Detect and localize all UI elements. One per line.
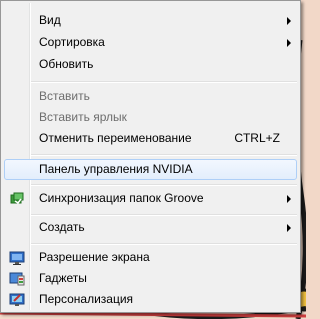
menu-item-label: Отменить переименование: [39, 131, 192, 145]
menu-item-label: Разрешение экрана: [39, 250, 150, 264]
menu-item-create[interactable]: Создать: [4, 217, 297, 238]
menu-item-undo-rename[interactable]: Отменить переименование CTRL+Z: [4, 128, 297, 149]
menu-separator: [31, 243, 297, 245]
menu-item-nvidia-control-panel[interactable]: Панель управления NVIDIA: [4, 159, 297, 180]
screen-resolution-icon: [9, 251, 25, 265]
menu-item-paste-shortcut[interactable]: Вставить ярлык: [4, 107, 297, 128]
menu-item-label: Обновить: [39, 57, 94, 71]
menu-separator: [31, 154, 297, 156]
menu-item-view[interactable]: Вид: [4, 10, 297, 31]
personalization-icon: [9, 293, 25, 306]
menu-item-personalization[interactable]: Персонализация: [4, 289, 297, 310]
menu-item-label: Сортировка: [39, 35, 105, 49]
menu-item-groove-sync[interactable]: Синхронизация папок Groove: [4, 188, 297, 209]
menu-item-gadgets[interactable]: Гаджеты: [4, 268, 297, 289]
submenu-arrow-icon: [287, 195, 291, 203]
menu-item-label: Синхронизация папок Groove: [39, 191, 204, 205]
menu-item-label: Гаджеты: [39, 271, 87, 285]
menu-item-label: Вставить ярлык: [39, 110, 127, 124]
menu-item-screen-resolution[interactable]: Разрешение экрана: [4, 247, 297, 268]
menu-item-label: Вид: [39, 13, 61, 27]
menu-item-shortcut: CTRL+Z: [234, 131, 280, 145]
menu-item-label: Персонализация: [39, 292, 134, 306]
submenu-arrow-icon: [287, 39, 291, 47]
menu-separator: [31, 184, 297, 186]
menu-separator: [31, 81, 297, 83]
menu-item-sort[interactable]: Сортировка: [4, 32, 297, 53]
groove-sync-icon: [10, 192, 24, 205]
menu-item-label: Вставить: [39, 89, 90, 103]
menu-item-label: Панель управления NVIDIA: [39, 162, 193, 176]
menu-item-paste[interactable]: Вставить: [4, 86, 297, 107]
gadgets-icon: [9, 272, 25, 286]
submenu-arrow-icon: [287, 224, 291, 232]
menu-item-label: Создать: [39, 220, 85, 234]
desktop-context-menu: Вид Сортировка Обновить Вставить Вставит…: [0, 0, 301, 313]
menu-item-refresh[interactable]: Обновить: [4, 54, 297, 75]
menu-separator: [31, 214, 297, 216]
submenu-arrow-icon: [287, 17, 291, 25]
